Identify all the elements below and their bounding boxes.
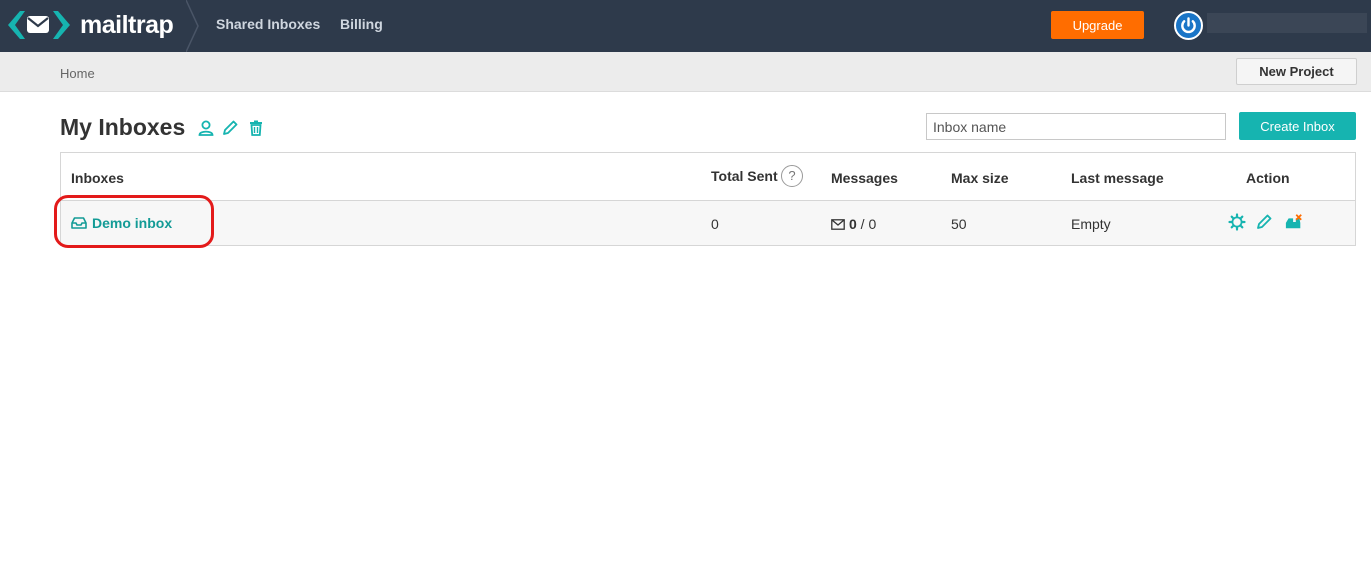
breadcrumb-home[interactable]: Home <box>60 66 95 81</box>
column-header-total-sent: Total Sent <box>711 168 778 184</box>
new-project-button[interactable]: New Project <box>1236 58 1357 85</box>
max-size-value: 50 <box>951 216 967 232</box>
table-row: Demo inbox 0 0 / 0 50 Empty <box>61 201 1355 245</box>
column-header-action: Action <box>1246 170 1290 186</box>
user-name-redacted[interactable] <box>1207 13 1367 33</box>
inbox-tray-icon <box>71 217 87 229</box>
messages-cell: 0 / 0 <box>831 216 876 232</box>
avatar[interactable] <box>1174 11 1203 40</box>
messages-total-count: 0 <box>868 216 877 232</box>
column-header-last-message: Last message <box>1071 170 1164 186</box>
mailtrap-logo-icon <box>8 11 70 39</box>
help-icon[interactable]: ? <box>781 165 803 187</box>
envelope-icon <box>831 218 845 230</box>
power-icon <box>1181 17 1196 34</box>
clear-inbox-icon[interactable] <box>1285 213 1303 231</box>
nav-link-shared-inboxes[interactable]: Shared Inboxes <box>216 16 320 32</box>
column-header-inboxes: Inboxes <box>71 170 124 186</box>
messages-unread-count: 0 <box>849 216 857 232</box>
column-header-messages: Messages <box>831 170 898 186</box>
nav-divider <box>186 0 199 52</box>
column-header-max-size: Max size <box>951 170 1009 186</box>
inbox-name-input[interactable] <box>926 113 1226 140</box>
user-icon[interactable] <box>197 119 215 137</box>
inbox-name: Demo inbox <box>92 215 173 231</box>
table-header: Inboxes Total Sent ? Messages Max size L… <box>61 153 1355 201</box>
pencil-icon[interactable] <box>221 119 239 137</box>
breadcrumb: Home <box>0 52 1371 92</box>
mailtrap-logo[interactable]: mailtrap <box>8 9 174 41</box>
pencil-icon[interactable] <box>1255 213 1273 231</box>
inbox-link-demo[interactable]: Demo inbox <box>71 215 172 231</box>
total-sent-value: 0 <box>711 216 719 232</box>
upgrade-button[interactable]: Upgrade <box>1051 11 1144 39</box>
top-nav-bar: mailtrap Shared Inboxes Billing Upgrade <box>0 0 1371 52</box>
page-title: My Inboxes <box>60 114 186 140</box>
messages-separator: / <box>856 216 869 232</box>
inboxes-table: Inboxes Total Sent ? Messages Max size L… <box>60 152 1356 246</box>
gear-icon[interactable] <box>1228 213 1246 231</box>
trash-icon[interactable] <box>247 119 265 137</box>
nav-link-billing[interactable]: Billing <box>340 16 383 32</box>
last-message-value: Empty <box>1071 216 1111 232</box>
brand-name: mailtrap <box>80 10 174 39</box>
create-inbox-button[interactable]: Create Inbox <box>1239 112 1356 140</box>
